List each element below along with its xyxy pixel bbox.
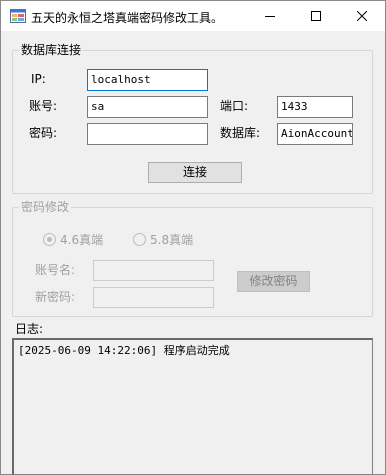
database-label: 数据库: bbox=[220, 126, 261, 140]
log-line: [2025-06-09 14:22:06] 程序启动完成 bbox=[18, 344, 230, 357]
password-input[interactable] bbox=[87, 123, 208, 145]
account-label: 账号: bbox=[29, 99, 58, 113]
db-group-legend: 数据库连接 bbox=[19, 43, 84, 57]
minimize-icon bbox=[265, 16, 275, 17]
account-input[interactable]: sa bbox=[87, 96, 208, 118]
new-password-label: 新密码: bbox=[35, 290, 76, 304]
maximize-button[interactable] bbox=[293, 1, 339, 31]
port-input[interactable]: 1433 bbox=[277, 96, 353, 118]
port-label: 端口: bbox=[220, 99, 249, 113]
ip-label: IP: bbox=[31, 72, 46, 86]
minimize-button[interactable] bbox=[247, 1, 293, 31]
account-name-input[interactable] bbox=[93, 260, 214, 281]
new-password-input[interactable] bbox=[93, 287, 214, 308]
radio-version-58[interactable]: 5.8真端 bbox=[133, 231, 193, 248]
log-textbox[interactable]: [2025-06-09 14:22:06] 程序启动完成 bbox=[12, 338, 373, 475]
app-icon bbox=[10, 9, 26, 23]
title-bar[interactable]: 五天的永恒之塔真端密码修改工具。 bbox=[1, 1, 385, 31]
modify-password-button[interactable]: 修改密码 bbox=[237, 271, 310, 292]
database-input[interactable]: AionAccount bbox=[277, 123, 353, 145]
account-name-label: 账号名: bbox=[35, 263, 76, 277]
close-button[interactable] bbox=[339, 1, 385, 31]
maximize-icon bbox=[311, 11, 321, 21]
connect-button[interactable]: 连接 bbox=[148, 162, 242, 183]
main-window: 五天的永恒之塔真端密码修改工具。 数据库连接 IP: localhost 账号:… bbox=[0, 0, 386, 475]
window-title: 五天的永恒之塔真端密码修改工具。 bbox=[31, 11, 224, 25]
log-label: 日志: bbox=[15, 322, 44, 336]
pwd-group-legend: 密码修改 bbox=[19, 200, 72, 214]
close-icon bbox=[357, 11, 367, 21]
ip-input[interactable]: localhost bbox=[87, 69, 208, 91]
radio-58-indicator bbox=[133, 233, 146, 246]
radio-46-label: 4.6真端 bbox=[60, 233, 104, 247]
radio-46-indicator bbox=[43, 233, 56, 246]
radio-58-label: 5.8真端 bbox=[150, 233, 194, 247]
password-label: 密码: bbox=[29, 126, 58, 140]
radio-version-46[interactable]: 4.6真端 bbox=[43, 231, 103, 248]
